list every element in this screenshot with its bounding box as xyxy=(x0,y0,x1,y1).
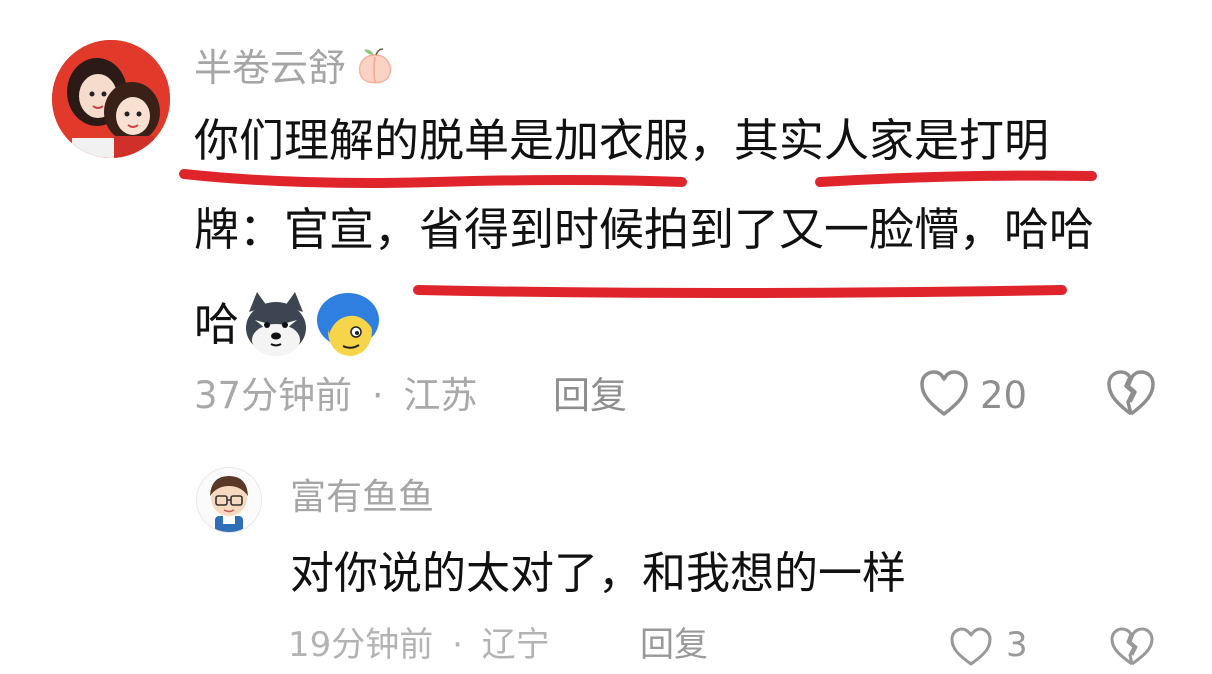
broken-heart-icon[interactable] xyxy=(1104,366,1158,422)
meta-separator: · xyxy=(371,374,384,417)
comment-text-line-3: 哈 xyxy=(194,290,1174,360)
like-heart-icon[interactable] xyxy=(948,624,994,670)
like-count: 3 xyxy=(1006,625,1028,665)
broken-heart-icon[interactable] xyxy=(1108,624,1156,670)
avatar-cartoon-boy-image xyxy=(197,468,261,532)
highlight-underline-2 xyxy=(815,170,1097,187)
husky-dog-emoji xyxy=(241,290,311,360)
username[interactable]: 半卷云舒 xyxy=(194,44,346,92)
comment-time: 37分钟前 xyxy=(194,374,353,417)
like-count: 20 xyxy=(980,374,1028,417)
avatar[interactable] xyxy=(196,467,262,533)
comment-time: 19分钟前 xyxy=(288,625,434,665)
meta-separator: · xyxy=(452,625,463,665)
comment-text-line-1: 你们理解的脱单是加衣服，其实人家是打明 xyxy=(194,114,1050,167)
comment-location: 辽宁 xyxy=(481,625,550,665)
blue-hair-smirk-emoji xyxy=(313,290,383,360)
like-heart-icon[interactable] xyxy=(918,366,970,422)
username[interactable]: 富有鱼鱼 xyxy=(290,474,434,522)
comment-meta: 19分钟前 · 辽宁 xyxy=(288,622,550,668)
comment-location: 江苏 xyxy=(403,374,478,417)
comment-meta: 37分钟前 · 江苏 xyxy=(194,371,477,421)
reply-button[interactable]: 回复 xyxy=(640,622,708,668)
comment-username-row: 半卷云舒 xyxy=(194,44,398,92)
avatar[interactable] xyxy=(52,40,170,158)
comment-text-line-2: 牌：官宣，省得到时候拍到了又一脸懵，哈哈 xyxy=(194,203,1095,256)
reply-button[interactable]: 回复 xyxy=(553,371,627,421)
comment-text-line-3-text: 哈 xyxy=(194,298,240,351)
comment-text: 对你说的太对了，和我想的一样 xyxy=(290,548,906,599)
peach-icon xyxy=(352,45,398,91)
avatar-girls-image xyxy=(52,40,170,158)
